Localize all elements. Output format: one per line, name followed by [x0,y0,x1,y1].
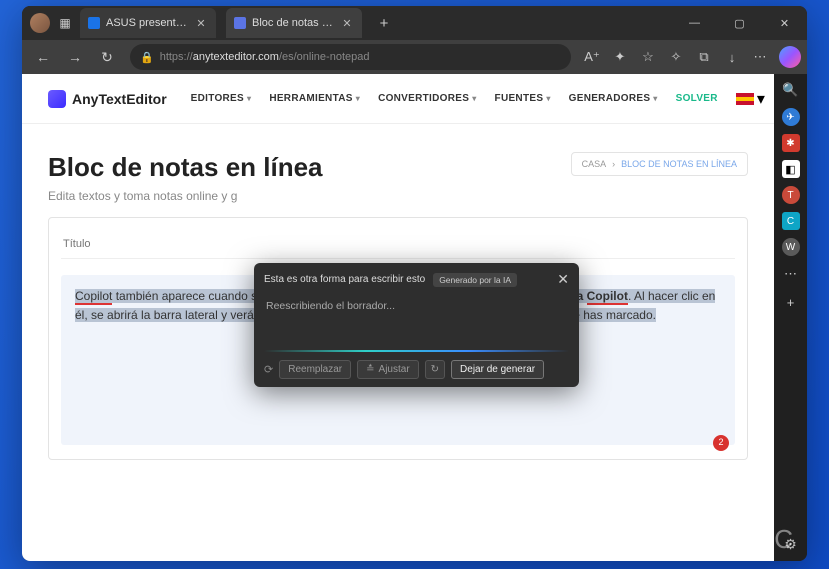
chevron-down-icon: ▾ [472,94,476,103]
maximize-button[interactable]: ▢ [717,6,762,40]
breadcrumb-current: BLOC DE NOTAS EN LÍNEA [621,159,737,169]
minimize-button[interactable]: — [672,6,717,40]
favicon-icon [88,17,100,29]
address-bar[interactable]: 🔒 https://anytexteditor.com/es/online-no… [130,44,571,70]
nav-herramientas[interactable]: HERRAMIENTAS▾ [269,89,360,109]
tab-label: Bloc de notas en línea: editor de [252,17,334,29]
nav-fuentes[interactable]: FUENTES▾ [495,89,551,109]
page-title: Bloc de notas en línea [48,152,323,183]
c-icon[interactable]: C [782,212,800,230]
ai-badge: Generado por la IA [433,273,517,287]
nav-convertidores[interactable]: CONVERTIDORES▾ [378,89,476,109]
extensions-icon[interactable]: ⧉ [691,44,717,70]
chevron-down-icon: ▾ [546,94,550,103]
downloads-icon[interactable]: ↓ [719,44,745,70]
breadcrumb: CASA › BLOC DE NOTAS EN LÍNEA [571,152,748,176]
copilot-popup: Esta es otra forma para escribir esto Ge… [254,263,579,387]
retry-button[interactable]: ↻ [425,360,445,379]
chevron-down-icon: ▾ [653,94,657,103]
chevron-down-icon: ▾ [356,94,360,103]
favicon-icon [234,17,246,29]
more-icon[interactable]: ⋯ [781,264,801,284]
chevron-down-icon: ▾ [247,94,251,103]
page-content: AnyTextEditor EDITORES▾ HERRAMIENTAS▾ CO… [22,74,774,561]
page-subtitle: Edita textos y toma notas online y g [48,189,323,203]
popup-body: Reescribiendo el borrador... [254,296,579,350]
browser-window: ▦ ASUS presenta sus soluciones b ✕ Bloc … [22,6,807,561]
collections-icon[interactable]: ✧ [663,44,689,70]
reload-button[interactable]: ↻ [92,43,122,71]
app-icon[interactable]: ◧ [782,160,800,178]
chevron-down-icon: ▾ [757,89,765,109]
workspaces-icon[interactable]: ▦ [58,16,72,30]
toolbar: ← → ↻ 🔒 https://anytexteditor.com/es/onl… [22,40,807,74]
new-tab-button[interactable]: + [372,11,396,35]
tune-button[interactable]: ≛Ajustar [357,360,419,379]
logo-icon [48,90,66,108]
tune-icon: ≛ [366,364,374,375]
replace-button[interactable]: Reemplazar [279,360,351,379]
profile-avatar[interactable] [30,13,50,33]
nav-generadores[interactable]: GENERADORES▾ [569,89,658,109]
lock-icon: 🔒 [140,51,154,64]
brand-text: AnyTextEditor [72,91,167,107]
site-header: AnyTextEditor EDITORES▾ HERRAMIENTAS▾ CO… [22,74,774,124]
t-icon[interactable]: T [782,186,800,204]
nav-editores[interactable]: EDITORES▾ [191,89,252,109]
alert-badge[interactable]: 2 [713,435,729,451]
favorite-icon[interactable]: ☆ [635,44,661,70]
title-input[interactable] [61,232,735,259]
tab-2[interactable]: Bloc de notas en línea: editor de ✕ [226,8,362,38]
stop-button[interactable]: Dejar de generar [451,360,544,379]
w-icon[interactable]: W [782,238,800,256]
close-icon[interactable]: ✕ [340,16,354,30]
add-icon[interactable]: + [781,292,801,312]
tab-1[interactable]: ASUS presenta sus soluciones b ✕ [80,8,216,38]
logo[interactable]: AnyTextEditor [48,90,167,108]
titlebar: ▦ ASUS presenta sus soluciones b ✕ Bloc … [22,6,807,40]
back-button[interactable]: ← [28,43,58,71]
close-icon[interactable]: ✕ [557,271,569,288]
hero: Bloc de notas en línea Edita textos y to… [22,124,774,217]
read-aloud-icon[interactable]: A⁺ [579,44,605,70]
tab-label: ASUS presenta sus soluciones b [106,17,188,29]
bing-icon[interactable]: ✦ [607,44,633,70]
asana-icon[interactable]: ✱ [782,134,800,152]
send-icon[interactable]: ✈ [782,108,800,126]
gear-icon[interactable]: ⚙ [784,536,797,553]
more-icon[interactable]: ⋯ [747,44,773,70]
close-icon[interactable]: ✕ [194,16,208,30]
search-icon[interactable]: 🔍 [781,80,801,100]
flag-es-icon [736,93,754,105]
popup-title: Esta es otra forma para escribir esto [264,274,425,285]
breadcrumb-sep: › [612,159,615,169]
replace-icon: ⟳ [264,363,273,376]
copilot-icon[interactable] [779,46,801,68]
forward-button[interactable]: → [60,43,90,71]
url-text: https://anytexteditor.com/es/online-note… [160,51,561,63]
edge-sidebar: 🔍 ✈ ✱ ◧ T C W ⋯ + ⚙ [774,74,807,561]
breadcrumb-home[interactable]: CASA [582,159,607,169]
close-button[interactable]: ✕ [762,6,807,40]
nav-solver[interactable]: SOLVER [676,89,718,109]
lang-selector[interactable]: ▾ [736,89,765,109]
